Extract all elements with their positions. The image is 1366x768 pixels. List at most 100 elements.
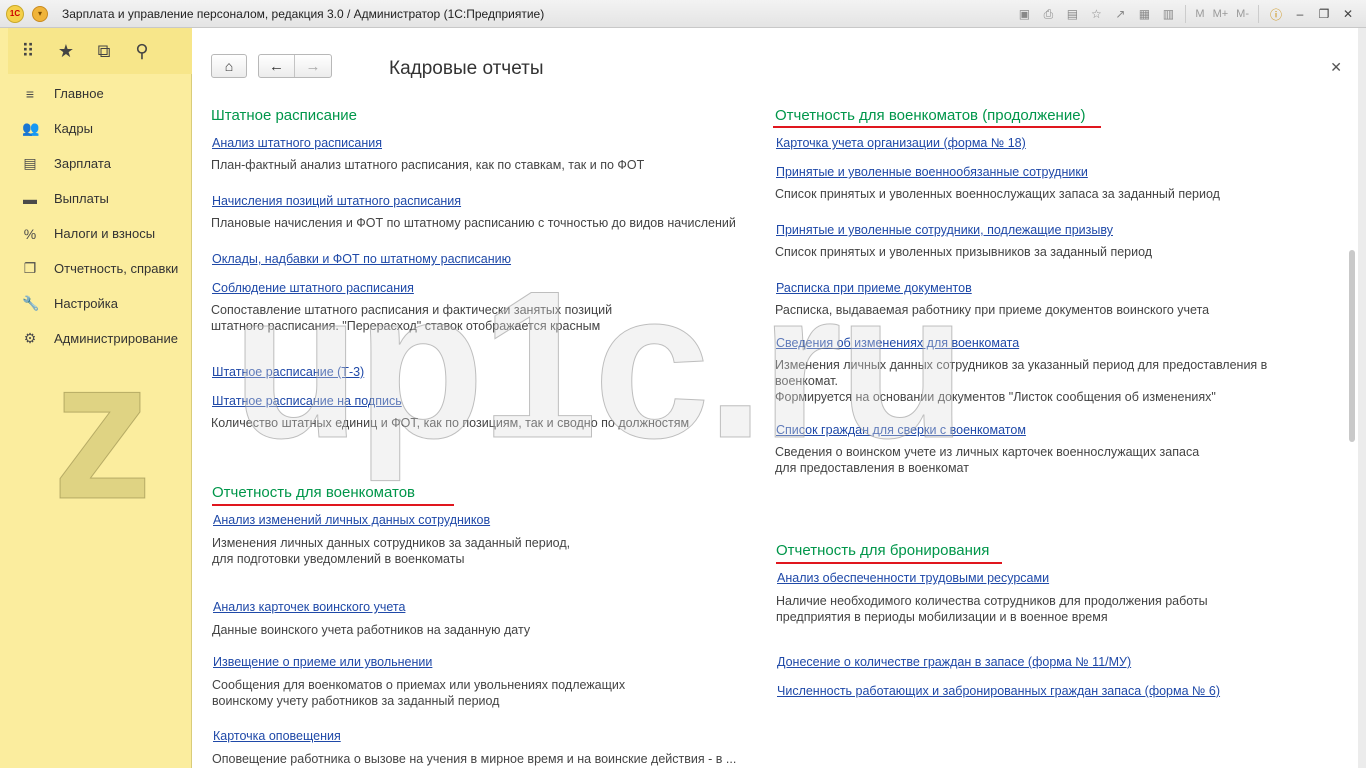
sidebar-item-label: Главное [54,86,104,101]
sidebar-item-label: Налоги и взносы [54,226,156,241]
report-description: Количество штатных единиц и ФОТ, как по … [211,416,690,430]
report-link[interactable]: Сведения об изменениях для военкомата [776,336,1019,350]
red-underline [773,126,1101,128]
report-link[interactable]: Начисления позиций штатного расписания [212,194,461,208]
sidebar-item-label: Отчетность, справки [54,261,179,276]
preview-icon[interactable]: ▤ [1062,4,1082,24]
wrench-icon: 🔧 [22,295,40,311]
minimize-icon[interactable]: – [1290,4,1310,24]
sidebar-item-hr[interactable]: 👥 Кадры [8,111,192,146]
section-title-staffing: Штатное расписание [211,107,358,124]
report-description: Расписка, выдаваемая работнику при прием… [775,303,1210,317]
report-link[interactable]: Принятые и уволенные сотрудники, подлежа… [776,223,1113,237]
home-button[interactable]: ⌂ [211,54,247,78]
calculator-icon: ▤ [23,155,37,171]
separator [1258,5,1259,23]
report-link[interactable]: Расписка при приеме документов [776,281,972,295]
report-description: штатного расписания. "Перерасход" ставок… [211,319,601,333]
memory-minus-button[interactable]: M- [1234,4,1251,24]
report-description: Изменения личных данных сотрудников за з… [212,536,571,550]
save-icon[interactable]: ▣ [1014,4,1034,24]
menu-lines-icon: ≡ [25,85,35,102]
sidebar-item-label: Кадры [54,121,93,136]
report-link[interactable]: Анализ обеспеченности трудовыми ресурсам… [777,571,1049,585]
sidebar-item-label: Администрирование [54,331,178,346]
sidebar-item-label: Выплаты [54,191,109,206]
report-description: для предоставления в военкомат [775,461,969,475]
calendar-icon[interactable]: ▥ [1158,4,1178,24]
report-link[interactable]: Оклады, надбавки и ФОТ по штатному распи… [212,252,511,266]
favorites-add-icon[interactable]: ☆ [1086,4,1106,24]
sidebar-item-label: Зарплата [54,156,111,171]
report-link[interactable]: Штатное расписание (Т-3) [212,365,364,379]
close-window-icon[interactable]: ✕ [1338,4,1358,24]
report-description: Формируется на основании документов "Лис… [775,390,1216,404]
separator [1185,5,1187,23]
forward-button[interactable]: → [295,55,331,77]
report-description: План-фактный анализ штатного расписания,… [211,158,645,172]
close-icon[interactable]: ✕ [1330,59,1342,76]
sidebar-item-settings[interactable]: 🔧 Настройка [8,286,192,321]
report-link[interactable]: Соблюдение штатного расписания [212,281,414,295]
report-description: Изменения личных данных сотрудников за у… [775,358,1268,372]
home-icon: ⌂ [224,58,234,74]
red-underline [212,504,454,506]
star-icon[interactable]: ★ [54,39,78,63]
report-link[interactable]: Извещение о приеме или увольнении [213,655,432,669]
restore-icon[interactable]: ❐ [1314,4,1334,24]
main-menu-chevron-icon[interactable]: ▾ [32,5,48,22]
calculator-icon[interactable]: ▦ [1134,4,1154,24]
report-description: Сведения о воинском учете из личных карт… [775,445,1200,459]
print-icon[interactable]: ⎙ [1038,4,1058,24]
memory-plus-button[interactable]: M+ [1211,4,1231,24]
page-title: Кадровые отчеты [389,58,544,79]
apps-grid-icon[interactable]: ⠿ [16,39,40,63]
report-link[interactable]: Анализ карточек воинского учета [213,600,405,614]
report-link[interactable]: Карточка учета организации (форма № 18) [776,136,1026,150]
report-description: для подготовки уведомлений в военкоматы [212,552,465,566]
report-description: предприятия в периоды мобилизации и в во… [776,610,1108,624]
report-description: Данные воинского учета работников на зад… [212,623,531,637]
documents-icon: ❐ [23,260,37,276]
scrollbar-thumb[interactable] [1349,250,1355,442]
main-content: ⌂ ← → Кадровые отчеты ✕ Штатное расписан… [193,28,1358,768]
sidebar-item-salary[interactable]: ▤ Зарплата [8,146,192,181]
app-logo-icon[interactable]: 1С [6,4,24,23]
report-description: Наличие необходимого количества сотрудни… [776,594,1208,608]
report-description: Оповещение работника о вызове на учения … [212,752,737,766]
section-title-military-cont: Отчетность для военкоматов (продолжение) [775,107,1086,124]
sidebar: ⠿ ★ ⧉ ⚲ ≡ Главное 👥 Кадры ▤ Зарплата ▬ В… [0,28,192,768]
report-link[interactable]: Анализ изменений личных данных сотрудник… [213,513,490,527]
memory-button[interactable]: M [1193,4,1206,24]
red-underline [776,562,1002,564]
sections-list: ≡ Главное 👥 Кадры ▤ Зарплата ▬ Выплаты %… [8,76,192,356]
sidebar-item-main[interactable]: ≡ Главное [8,76,192,111]
right-edge [1358,28,1366,768]
report-link[interactable]: Анализ штатного расписания [212,136,382,150]
report-link[interactable]: Донесение о количестве граждан в запасе … [777,655,1131,669]
report-link[interactable]: Принятые и уволенные военнообязанные сот… [776,165,1088,179]
info-icon[interactable]: ⓘ [1266,4,1286,24]
report-description: военкомат. [775,374,838,388]
report-link[interactable]: Карточка оповещения [213,729,341,743]
report-link[interactable]: Численность работающих и забронированных… [777,684,1220,698]
report-description: Плановые начисления и ФОТ по штатному ра… [211,216,736,230]
section-title-reservation: Отчетность для бронирования [776,542,990,559]
sidebar-item-admin[interactable]: ⚙ Администрирование [8,321,192,356]
sidebar-item-payments[interactable]: ▬ Выплаты [8,181,192,216]
back-button[interactable]: ← [259,55,296,77]
report-description: Сообщения для военкоматов о приемах или … [212,678,626,692]
sidebar-item-reports[interactable]: ❐ Отчетность, справки [8,251,192,286]
window-title: Зарплата и управление персоналом, редакц… [62,6,545,21]
link-icon[interactable]: ↗ [1110,4,1130,24]
report-link[interactable]: Список граждан для сверки с военкоматом [776,423,1026,437]
title-bar: 1С ▾ Зарплата и управление персоналом, р… [0,0,1366,28]
people-icon: 👥 [22,120,40,136]
section-title-military: Отчетность для военкоматов [212,484,416,501]
history-icon[interactable]: ⧉ [92,39,116,63]
wallet-icon: ▬ [23,190,37,207]
sidebar-item-taxes[interactable]: % Налоги и взносы [8,216,192,251]
percent-icon: % [23,225,37,242]
search-icon[interactable]: ⚲ [130,39,154,63]
report-link[interactable]: Штатное расписание на подпись [212,394,402,408]
